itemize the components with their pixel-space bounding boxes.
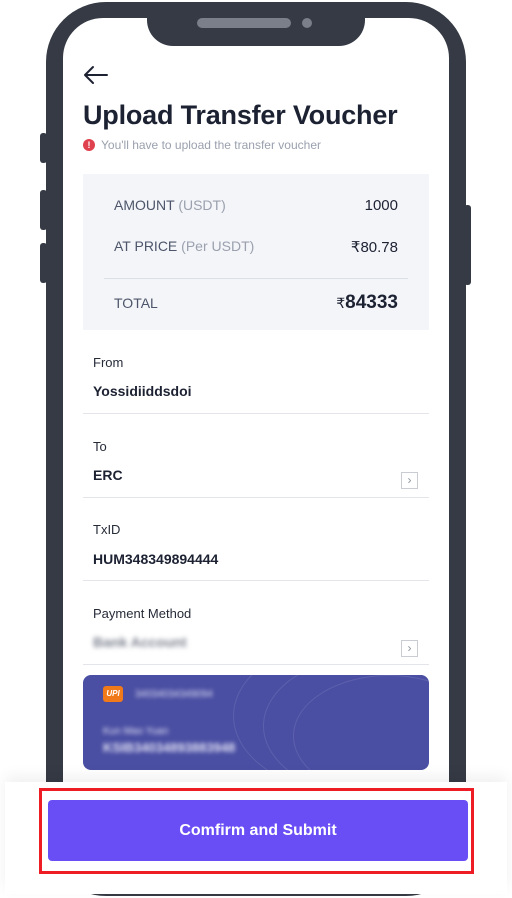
summary-divider <box>104 278 408 279</box>
price-unit: (Per USDT) <box>181 238 255 254</box>
phone-speaker <box>197 18 291 28</box>
payment-chevron-right-icon[interactable]: › <box>401 640 418 657</box>
from-value: Yossidiiddsdoi <box>93 383 192 399</box>
from-label: From <box>93 355 124 370</box>
amount-unit: (USDT) <box>178 197 226 213</box>
card-holder-name: Kun Mao Yuan <box>103 726 169 737</box>
payment-divider <box>83 664 429 665</box>
price-label: AT PRICE (Per USDT) <box>114 238 254 254</box>
to-chevron-right-icon[interactable]: › <box>401 472 418 489</box>
upi-logo: UPI <box>103 686 123 702</box>
warning-icon: ! <box>83 139 95 151</box>
to-divider <box>83 497 429 498</box>
phone-volume-up-button <box>40 190 47 230</box>
total-amount: 84333 <box>345 292 398 313</box>
payment-card[interactable]: UPI 34034034349094 Kun Mao Yuan KSIB3403… <box>83 675 429 770</box>
phone-camera <box>302 18 312 28</box>
confirm-submit-button[interactable]: Comfirm and Submit <box>48 800 468 861</box>
price-value: ₹80.78 <box>350 239 398 256</box>
back-arrow-icon[interactable] <box>82 63 110 87</box>
amount-label-text: AMOUNT <box>114 197 175 213</box>
amount-label: AMOUNT (USDT) <box>114 197 226 213</box>
page-subtitle: You'll have to upload the transfer vouch… <box>101 138 321 152</box>
total-currency: ₹ <box>336 295 346 311</box>
phone-mute-button <box>40 133 47 163</box>
card-account-number: KSIB34034893883948 <box>103 740 236 755</box>
subtitle-row: ! You'll have to upload the transfer vou… <box>83 138 321 152</box>
card-top-number: 34034034349094 <box>135 689 213 700</box>
total-value: ₹84333 <box>336 292 398 314</box>
to-label: To <box>93 439 107 454</box>
amount-value: 1000 <box>364 197 398 214</box>
from-divider <box>83 413 429 414</box>
txid-divider <box>83 580 429 581</box>
txid-label: TxID <box>93 522 121 537</box>
price-label-text: AT PRICE <box>114 238 178 254</box>
page-title: Upload Transfer Voucher <box>83 100 398 130</box>
txid-value[interactable]: HUM348349894444 <box>93 551 218 567</box>
payment-method-label: Payment Method <box>93 606 192 621</box>
phone-volume-down-button <box>40 243 47 283</box>
payment-method-value[interactable]: Bank Account <box>93 634 187 650</box>
to-value[interactable]: ERC <box>93 467 123 483</box>
phone-power-button <box>464 205 471 285</box>
total-label: TOTAL <box>114 295 158 311</box>
